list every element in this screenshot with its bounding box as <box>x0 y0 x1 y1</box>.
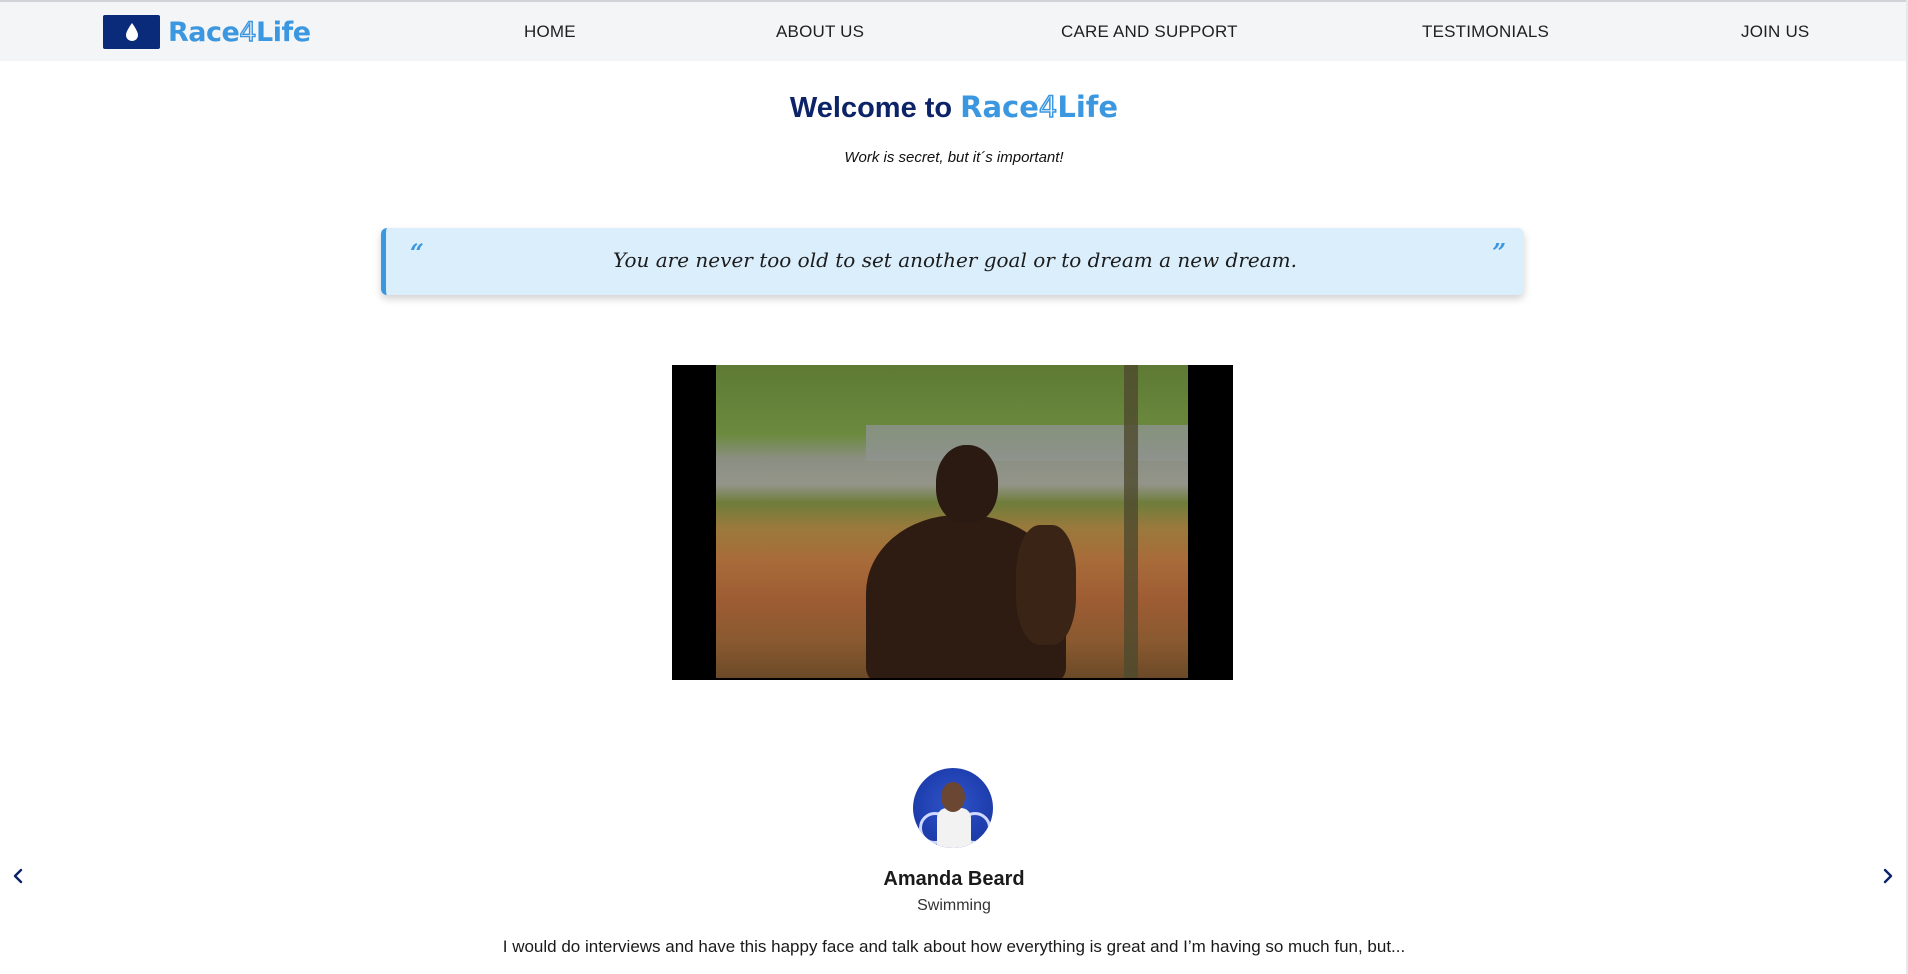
video-scene-roof <box>866 425 1188 461</box>
carousel-next-button[interactable] <box>1876 864 1900 888</box>
brand-digit: 4 <box>239 16 258 48</box>
carousel-prev-button[interactable] <box>6 864 30 888</box>
testimonial-sport: Swimming <box>917 897 991 914</box>
water-drop-icon <box>125 23 138 41</box>
tagline: Work is secret, but it´s important! <box>844 149 1064 166</box>
video-frame <box>716 365 1188 678</box>
brand-word-life: Life <box>256 16 311 48</box>
quote-block: “ You are never too old to set another g… <box>381 228 1524 295</box>
nav-about-us[interactable]: ABOUT US <box>776 22 864 42</box>
testimonial-excerpt: I would do interviews and have this happ… <box>502 937 1406 956</box>
video-player[interactable] <box>672 365 1233 680</box>
welcome-brand-life: Life <box>1057 90 1119 124</box>
welcome-heading: Welcome to Race4Life <box>0 89 1908 125</box>
avatar-face <box>941 782 965 812</box>
video-scene-runner-arm <box>1016 525 1076 645</box>
nav-home[interactable]: HOME <box>524 22 576 42</box>
nav-care-and-support[interactable]: CARE AND SUPPORT <box>1061 22 1238 42</box>
welcome-brand-race: Race <box>960 90 1039 124</box>
welcome-brand: Race4Life <box>960 89 1119 125</box>
logo-badge <box>103 15 160 49</box>
quote-text: You are never too old to set another goa… <box>613 248 1297 272</box>
brand-word-race: Race <box>168 16 240 48</box>
close-quote-icon: ” <box>1492 238 1506 267</box>
nav-join-us[interactable]: JOIN US <box>1741 22 1809 42</box>
welcome-brand-digit: 4 <box>1038 89 1058 125</box>
avatar-torso <box>937 808 971 848</box>
video-scene-runner-head <box>936 445 998 523</box>
video-scene-pole <box>1124 365 1138 678</box>
navbar: Race4Life HOME ABOUT US CARE AND SUPPORT… <box>0 2 1908 61</box>
brand-wordmark: Race4Life <box>168 16 311 48</box>
avatar <box>913 768 993 848</box>
testimonial-name: Amanda Beard <box>883 868 1025 890</box>
brand-logo-link[interactable]: Race4Life <box>103 15 311 49</box>
chevron-right-icon <box>1883 868 1893 884</box>
nav-testimonials[interactable]: TESTIMONIALS <box>1422 22 1549 42</box>
chevron-left-icon <box>13 868 23 884</box>
welcome-prefix: Welcome to <box>789 92 953 124</box>
